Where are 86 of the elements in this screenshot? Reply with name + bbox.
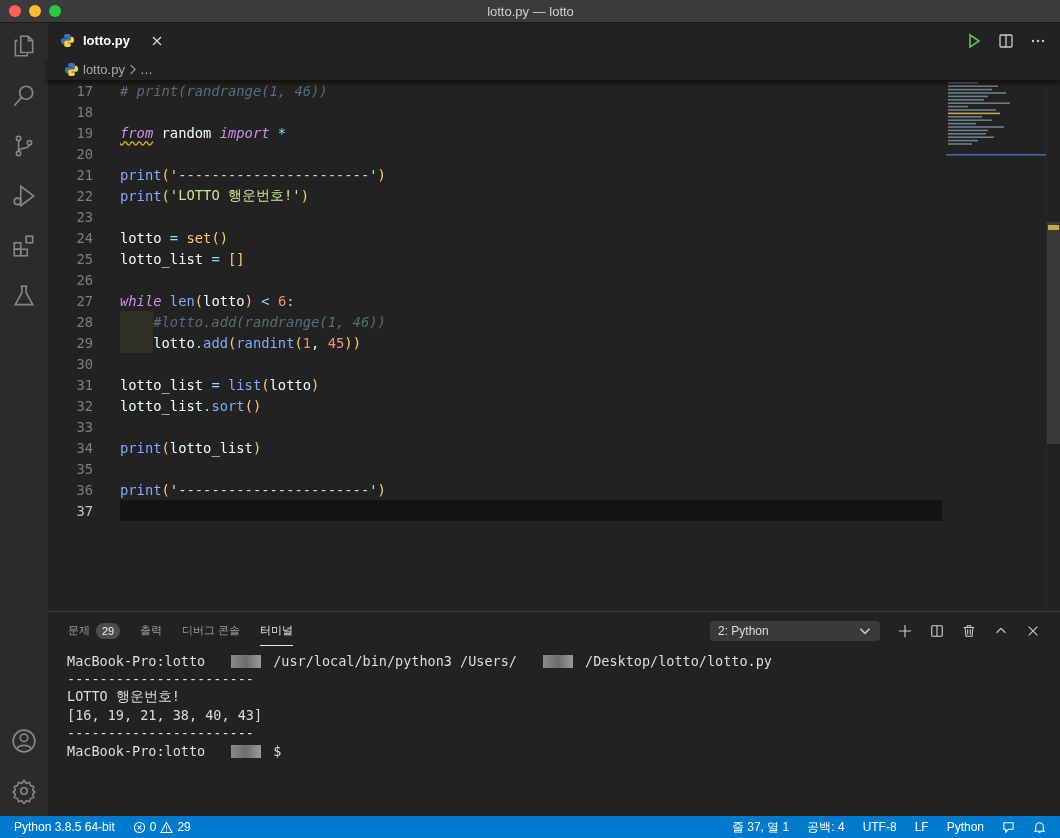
panel-tab[interactable]: 디버그 콘솔	[182, 616, 241, 646]
account-icon[interactable]	[11, 728, 37, 754]
panel-tab[interactable]: 출력	[140, 616, 163, 646]
line-number: 21	[75, 166, 93, 183]
run-debug-icon[interactable]	[11, 183, 37, 209]
terminal-text: $	[273, 743, 282, 759]
minimize-window-button[interactable]	[29, 5, 41, 17]
terminal-text: [16, 19, 21, 38, 40, 43]	[67, 707, 263, 723]
code-line: print('-----------------------')	[120, 480, 387, 500]
warning-marker	[1048, 225, 1059, 230]
window-title: lotto.py — lotto	[486, 3, 575, 19]
count-badge: 29	[96, 622, 121, 639]
code-line: lotto.add(randint(1, 45))	[120, 332, 942, 353]
plus-icon[interactable]	[898, 624, 912, 638]
status-item[interactable]: 줄 37, 열 1	[731, 818, 790, 836]
panel-tab[interactable]: 문제 29	[68, 616, 121, 646]
status-item[interactable]: Python	[946, 820, 984, 834]
line-number: 29	[75, 334, 93, 351]
line-number: 18	[75, 103, 93, 120]
feedback-icon[interactable]	[1002, 820, 1015, 834]
terminal-text: MacBook-Pro:lotto	[67, 653, 206, 669]
error-count: 0	[149, 820, 157, 834]
redacted-block	[231, 744, 262, 758]
breadcrumb-item[interactable]: lotto.py	[83, 61, 125, 77]
line-number: 20	[75, 145, 93, 162]
status-item[interactable]: 공백: 4	[807, 818, 845, 836]
code-line: lotto_list = list(lotto)	[120, 375, 321, 395]
close-window-button[interactable]	[9, 5, 21, 17]
terminal-text: -----------------------	[67, 725, 254, 741]
line-number: 19	[75, 124, 93, 141]
code-line: #lotto.add(randrange(1, 46))	[120, 311, 942, 332]
line-number: 17	[75, 82, 93, 99]
error-icon	[132, 820, 146, 834]
code-line: print('-----------------------')	[120, 165, 387, 185]
warning-icon	[160, 820, 174, 834]
breadcrumb-item[interactable]: …	[139, 61, 153, 77]
code-line: # print(randrange(1, 46))	[120, 81, 329, 101]
redacted-block	[231, 654, 262, 668]
zoom-window-button[interactable]	[49, 5, 61, 17]
split-terminal-icon[interactable]	[930, 624, 944, 638]
terminal-text: LOTTO 행운번호!	[67, 688, 180, 706]
code-line: while len(lotto) < 6:	[120, 291, 296, 311]
warning-count: 29	[177, 820, 191, 834]
settings-icon[interactable]	[11, 778, 37, 804]
code-line: lotto_list = []	[120, 249, 246, 269]
code-line: print('LOTTO 행운번호!')	[120, 185, 310, 206]
chevron-right-icon	[128, 63, 136, 75]
code-line: lotto = set()	[120, 228, 229, 248]
line-number: 31	[75, 376, 93, 393]
line-number: 25	[75, 250, 93, 267]
terminal-text: /Desktop/lotto/lotto.py	[585, 653, 772, 669]
python-icon	[60, 33, 75, 48]
line-number: 26	[75, 271, 93, 288]
run-icon[interactable]	[966, 32, 982, 49]
terminal-select[interactable]: 2: Python	[710, 621, 880, 641]
line-number: 33	[75, 418, 93, 435]
code-line: lotto_list.sort()	[120, 396, 263, 416]
bell-icon[interactable]	[1033, 820, 1046, 834]
close-icon[interactable]	[151, 35, 162, 46]
line-number: 22	[75, 187, 93, 204]
line-number: 34	[75, 439, 93, 456]
line-number: 36	[75, 481, 93, 498]
line-number: 35	[75, 460, 93, 477]
status-item[interactable]: UTF-8	[862, 820, 897, 834]
line-number: 28	[75, 313, 93, 330]
line-number: 37	[75, 502, 93, 519]
line-number: 23	[75, 208, 93, 225]
code-line: from random import *	[120, 123, 288, 143]
line-number: 27	[75, 292, 93, 309]
split-editor-icon[interactable]	[998, 32, 1014, 49]
trash-icon[interactable]	[962, 624, 976, 638]
terminal-text: -----------------------	[67, 671, 254, 687]
interpreter-status[interactable]: Python 3.8.5 64-bit	[14, 820, 115, 834]
scrollbar-thumb[interactable]	[1047, 222, 1060, 444]
line-number: 30	[75, 355, 93, 372]
close-icon[interactable]	[1026, 624, 1040, 638]
terminal-text: MacBook-Pro:lotto	[67, 743, 206, 759]
python-icon	[64, 61, 79, 77]
code-line: print(lotto_list)	[120, 438, 263, 458]
panel-tab[interactable]: 터미널	[260, 616, 294, 646]
terminal-text: /usr/local/bin/python3 /Users/	[273, 653, 517, 669]
line-number: 32	[75, 397, 93, 414]
problems-status[interactable]: 0 29	[132, 820, 191, 834]
line-number: 24	[75, 229, 93, 246]
status-item[interactable]: LF	[914, 820, 929, 834]
redacted-block	[543, 654, 573, 668]
